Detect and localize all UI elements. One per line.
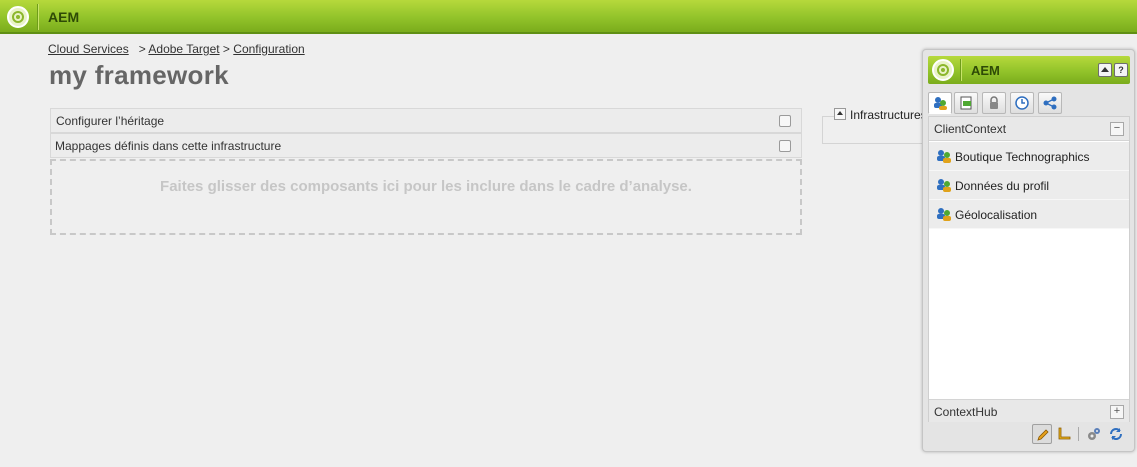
list-item[interactable]: Boutique Technographics: [929, 142, 1129, 171]
collapse-button[interactable]: −: [1110, 122, 1124, 136]
inherit-config-checkbox[interactable]: [779, 115, 791, 127]
expand-button[interactable]: +: [1110, 405, 1124, 419]
dropzone-hint: Faites glisser des composants ici pour l…: [160, 178, 692, 195]
list-item-label: Géolocalisation: [955, 208, 1038, 222]
breadcrumb-adobe-target[interactable]: Adobe Target: [148, 42, 219, 56]
contexthub-section-title: ContextHub: [934, 405, 998, 419]
profile-stores-icon: [934, 97, 947, 110]
breadcrumb-separator: >: [222, 42, 230, 56]
store-icon: [937, 150, 951, 163]
tab-security[interactable]: [982, 92, 1006, 114]
store-icon: [937, 208, 951, 221]
header-divider: [960, 59, 961, 81]
client-context-tabs: [928, 90, 1130, 116]
settings-button[interactable]: [1084, 424, 1104, 444]
collapse-toggle-icon[interactable]: [834, 108, 846, 120]
client-context-footer: [928, 423, 1130, 447]
component-dropzone[interactable]: Faites glisser des composants ici pour l…: [50, 159, 802, 235]
infrastructures-label: Infrastructures: [850, 108, 927, 122]
mappings-checkbox[interactable]: [779, 140, 791, 152]
tab-profile-stores[interactable]: [928, 92, 952, 114]
mappings-label: Mappages définis dans cette infrastructu…: [55, 139, 282, 153]
top-bar-divider: [37, 4, 38, 30]
inherit-config-label: Configurer l’héritage: [56, 114, 165, 128]
gear-icon: [1088, 428, 1100, 440]
list-item[interactable]: Données du profil: [929, 171, 1129, 200]
edit-button[interactable]: [1032, 424, 1052, 444]
breadcrumb-cloud-services[interactable]: Cloud Services: [48, 42, 129, 56]
page-data-icon: [960, 96, 972, 110]
breadcrumb-configuration[interactable]: Configuration: [233, 42, 304, 56]
infrastructures-legend[interactable]: Infrastructures: [834, 108, 929, 122]
tab-history[interactable]: [1010, 92, 1034, 114]
footer-divider: [1078, 427, 1079, 441]
client-context-panel: AEM ? ClientContext − Boutique Technogra…: [922, 49, 1135, 452]
pencil-icon: [1037, 429, 1049, 441]
aem-logo-icon[interactable]: [7, 6, 29, 28]
aem-logo-icon: [932, 59, 954, 81]
breadcrumb: Cloud Services > Adobe Target > Configur…: [48, 42, 305, 56]
minimize-button[interactable]: [1098, 63, 1112, 77]
list-item-label: Boutique Technographics: [955, 150, 1090, 164]
clientcontext-section-header[interactable]: ClientContext −: [929, 117, 1129, 141]
ruler-icon: [1058, 427, 1071, 440]
refresh-icon: [1110, 428, 1122, 440]
top-bar: AEM: [0, 0, 1137, 34]
store-icon: [937, 179, 951, 192]
list-item[interactable]: Géolocalisation: [929, 200, 1129, 229]
tab-segments[interactable]: [1038, 92, 1062, 114]
clock-icon: [1015, 96, 1029, 110]
client-context-body: ClientContext − Boutique Technographics …: [928, 116, 1130, 422]
segments-icon: [1043, 96, 1057, 110]
page-title: my framework: [49, 60, 229, 90]
load-profile-button[interactable]: [1054, 424, 1074, 444]
refresh-button[interactable]: [1106, 424, 1126, 444]
client-context-header[interactable]: AEM ?: [928, 56, 1130, 84]
mappings-row: Mappages définis dans cette infrastructu…: [50, 133, 802, 158]
contexthub-section-header[interactable]: ContextHub +: [929, 399, 1129, 422]
inherit-config-row: Configurer l’héritage: [50, 108, 802, 133]
tab-page-data[interactable]: [954, 92, 978, 114]
app-title: AEM: [48, 9, 80, 25]
clientcontext-section-title: ClientContext: [934, 122, 1007, 136]
lock-icon: [990, 96, 998, 109]
breadcrumb-separator: >: [138, 42, 146, 56]
list-item-label: Données du profil: [955, 179, 1050, 193]
client-context-title: AEM: [971, 63, 1000, 78]
help-button[interactable]: ?: [1114, 63, 1128, 77]
